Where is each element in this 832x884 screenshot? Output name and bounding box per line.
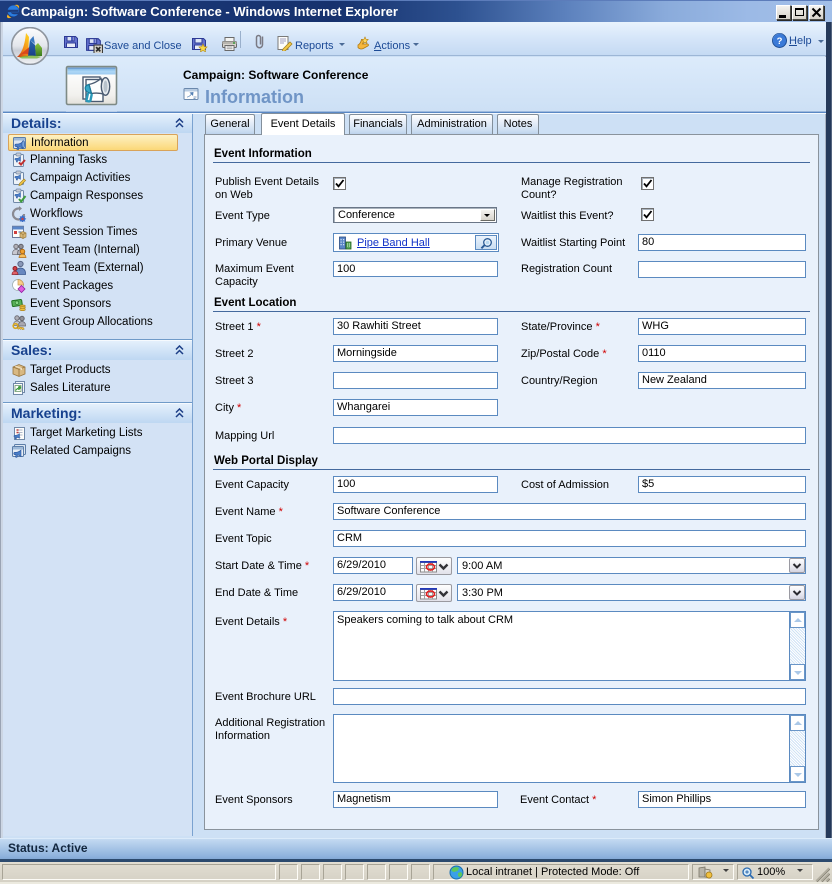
- svg-text:?: ?: [777, 36, 783, 47]
